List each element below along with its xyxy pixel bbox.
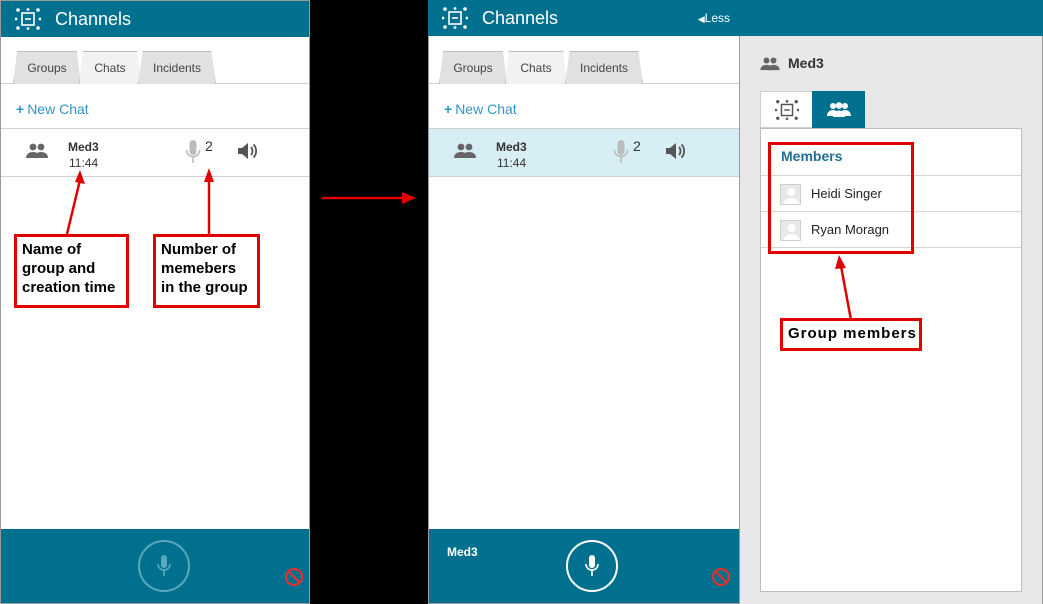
speaker-icon[interactable]: [665, 141, 687, 161]
tab-members[interactable]: [812, 91, 865, 128]
no-entry-icon[interactable]: [711, 567, 731, 587]
divider: [429, 176, 739, 177]
app-title: Channels: [482, 7, 559, 28]
active-channel-name: Med3: [447, 545, 478, 559]
chat-row-selected[interactable]: Med3 11:44 2: [429, 129, 739, 176]
annotation-line: in the group: [161, 279, 248, 296]
less-label: Less: [704, 11, 730, 25]
users-icon: [826, 101, 852, 118]
annotation-line: creation time: [22, 279, 116, 296]
annotation-line: group and: [22, 260, 96, 277]
annotation-member-count: Number of memebers in the group: [153, 234, 260, 308]
channels-logo-icon: [442, 7, 468, 29]
back-arrow-icon: ◀: [697, 14, 705, 24]
channels-panel-after: Groups Chats Incidents + New Chat Med3 11…: [428, 0, 740, 604]
tab-channel-info[interactable]: [760, 91, 813, 128]
annotation-arrow: [835, 255, 853, 321]
annotation-arrows: [65, 168, 214, 235]
tab-bar: Groups Chats Incidents: [429, 49, 739, 84]
group-icon: [759, 57, 781, 71]
tab-chats[interactable]: Chats: [505, 51, 567, 84]
microphone-icon: [156, 554, 172, 578]
tab-incidents[interactable]: Incidents: [565, 51, 643, 84]
annotation-name-time: Name of group and creation time: [14, 234, 129, 308]
tab-groups[interactable]: Groups: [439, 51, 507, 84]
annotation-line: memebers: [161, 260, 237, 277]
annotation-line: Number of: [161, 241, 236, 258]
new-chat-link[interactable]: + New Chat: [444, 101, 517, 117]
detail-title: Med3: [788, 55, 824, 71]
channels-logo-icon: [774, 99, 799, 121]
screenshot-stage: Channels Groups Chats Incidents + New Cha…: [0, 0, 1043, 604]
bottom-bar: Med3: [429, 529, 739, 603]
less-toggle[interactable]: ◀Less: [698, 11, 730, 25]
push-to-talk-button[interactable]: [566, 540, 618, 592]
chat-name: Med3: [496, 140, 527, 154]
plus-icon: +: [444, 101, 453, 117]
app-header: Channels ◀Less: [428, 0, 1043, 36]
annotation-group-members: Group members: [780, 318, 922, 351]
member-count: 2: [633, 138, 641, 154]
transition-arrow: [322, 192, 416, 204]
group-icon: [453, 143, 477, 159]
chat-time: 11:44: [497, 156, 527, 170]
bottom-bar: [1, 529, 309, 603]
no-entry-icon[interactable]: [284, 567, 304, 587]
annotation-highlight-members: [768, 142, 914, 254]
new-chat-label: New Chat: [455, 101, 517, 117]
push-to-talk-button[interactable]: [138, 540, 190, 592]
annotation-line: Name of: [22, 241, 82, 258]
microphone-icon[interactable]: [613, 139, 629, 165]
microphone-icon: [584, 554, 600, 578]
